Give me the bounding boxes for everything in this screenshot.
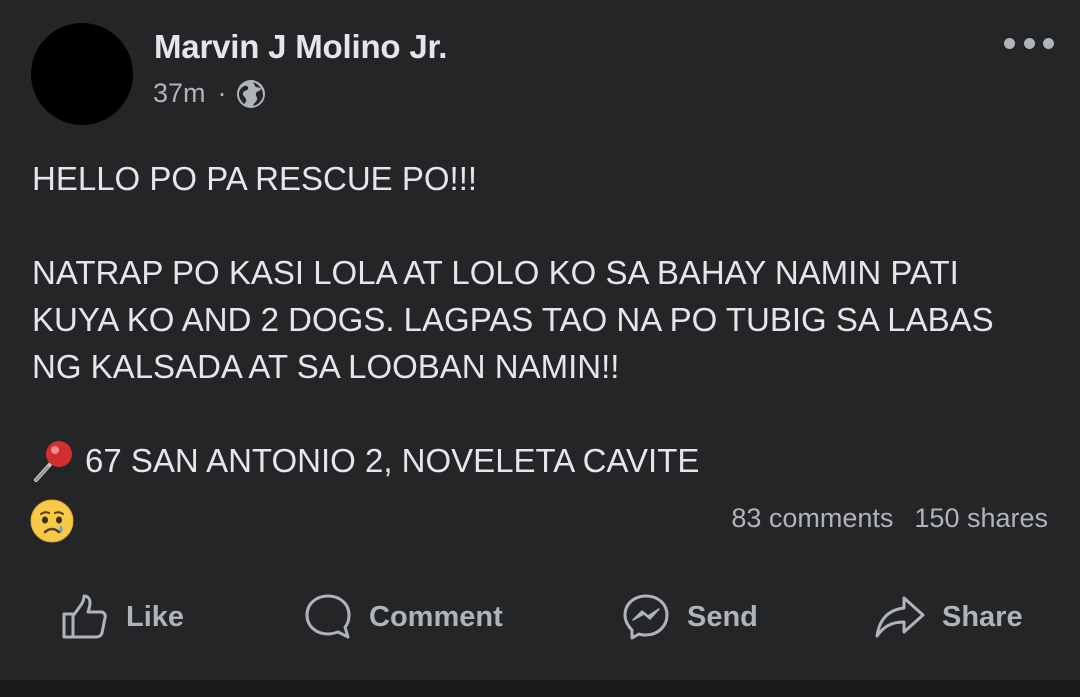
author-name[interactable]: Marvin J Molino Jr.	[154, 28, 447, 66]
more-dot	[1023, 37, 1035, 49]
meta-separator: ·	[217, 78, 227, 108]
comment-button[interactable]: Comment	[303, 585, 503, 649]
like-button[interactable]: Like	[60, 585, 184, 649]
avatar[interactable]	[31, 23, 133, 125]
round-pushpin-icon	[34, 440, 72, 482]
comment-bubble-icon	[305, 594, 351, 639]
send-button[interactable]: Send	[621, 585, 758, 649]
post-text-line: NG KALSADA AT SA LOOBAN NAMIN!!	[32, 348, 620, 385]
more-dot	[1043, 37, 1054, 49]
post-body: HELLO PO PA RESCUE PO!!! NATRAP PO KASI …	[32, 155, 1052, 484]
share-label: Share	[942, 600, 1023, 633]
comment-label: Comment	[369, 600, 503, 633]
thumbs-up-icon	[62, 594, 107, 639]
location-text: 67 SAN ANTONIO 2, NOVELETA CAVITE	[85, 442, 700, 479]
post-meta: 37m ·	[153, 78, 266, 109]
post-card: Marvin J Molino Jr. 37m · HELLO PO PA RE…	[0, 0, 1080, 680]
shares-count[interactable]: 150 shares	[914, 503, 1048, 534]
feed-separator	[0, 680, 1080, 697]
post-text-line: KUYA KO AND 2 DOGS. LAGPAS TAO NA PO TUB…	[32, 301, 994, 338]
post-text-line: NATRAP PO KASI LOLA AT LOLO KO SA BAHAY …	[32, 254, 959, 291]
post-text-line: HELLO PO PA RESCUE PO!!!	[32, 160, 478, 197]
engagement-counts: 83 comments 150 shares	[731, 503, 1048, 534]
send-label: Send	[687, 600, 758, 633]
messenger-icon	[623, 594, 669, 640]
action-bar: Like Comment Send Share	[0, 585, 1080, 649]
like-label: Like	[126, 600, 185, 633]
comments-count[interactable]: 83 comments	[731, 503, 893, 534]
globe-icon	[236, 79, 265, 108]
post-time[interactable]: 37m	[153, 78, 206, 109]
share-arrow-icon	[875, 596, 925, 638]
sad-reaction-icon[interactable]	[30, 499, 74, 543]
location-line: 67 SAN ANTONIO 2, NOVELETA CAVITE	[32, 437, 1052, 484]
share-button[interactable]: Share	[874, 585, 1023, 649]
more-dot	[1004, 37, 1015, 49]
more-options-icon[interactable]	[1004, 36, 1054, 50]
